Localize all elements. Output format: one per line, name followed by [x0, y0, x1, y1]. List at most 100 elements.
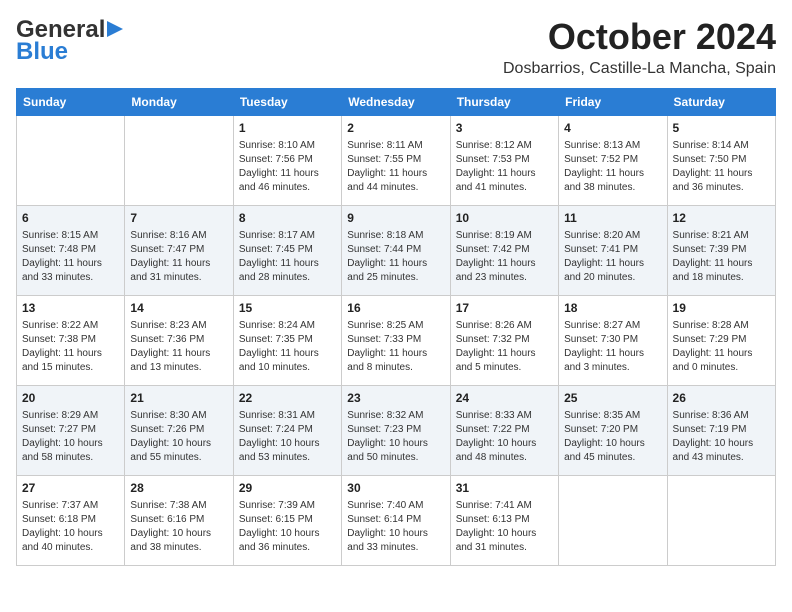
cell-content: Sunrise: 8:35 AMSunset: 7:20 PMDaylight:…	[564, 409, 661, 465]
day-number: 3	[456, 120, 553, 137]
col-header-tuesday: Tuesday	[233, 89, 341, 116]
day-number: 8	[239, 210, 336, 227]
cell-content: Sunrise: 8:30 AMSunset: 7:26 PMDaylight:…	[130, 409, 227, 465]
calendar-week-row: 27 Sunrise: 7:37 AMSunset: 6:18 PMDayligh…	[17, 476, 776, 566]
calendar-cell: 17Sunrise: 8:26 AMSunset: 7:32 PMDayligh…	[450, 296, 558, 386]
calendar-cell	[125, 116, 233, 206]
cell-content: Sunrise: 8:12 AMSunset: 7:53 PMDaylight:…	[456, 139, 553, 195]
page-header: General Blue October 2024 Dosbarrios, Ca…	[16, 16, 776, 78]
calendar-cell: 1 Sunrise: 8:10 AMSunset: 7:56 PMDaylight…	[233, 116, 341, 206]
calendar-week-row: 20 Sunrise: 8:29 AMSunset: 7:27 PMDayligh…	[17, 386, 776, 476]
cell-content: Sunrise: 8:20 AMSunset: 7:41 PMDaylight:…	[564, 229, 661, 285]
calendar-cell: 16Sunrise: 8:25 AMSunset: 7:33 PMDayligh…	[342, 296, 450, 386]
cell-content: Sunrise: 8:11 AMSunset: 7:55 PMDaylight:…	[347, 139, 444, 195]
calendar-cell	[559, 476, 667, 566]
day-number: 5	[673, 120, 770, 137]
calendar-cell: 5 Sunrise: 8:14 AMSunset: 7:50 PMDaylight…	[667, 116, 775, 206]
day-number: 1	[239, 120, 336, 137]
day-number: 2	[347, 120, 444, 137]
calendar-cell: 31 Sunrise: 7:41 AMSunset: 6:13 PMDayligh…	[450, 476, 558, 566]
page-title: October 2024	[503, 16, 776, 58]
day-number: 21	[130, 390, 227, 407]
day-number: 28	[130, 480, 227, 497]
day-number: 9	[347, 210, 444, 227]
calendar-cell: 14Sunrise: 8:23 AMSunset: 7:36 PMDayligh…	[125, 296, 233, 386]
logo: General Blue	[16, 16, 127, 66]
calendar-cell: 23 Sunrise: 8:32 AMSunset: 7:23 PMDayligh…	[342, 386, 450, 476]
cell-content: Sunrise: 8:32 AMSunset: 7:23 PMDaylight:…	[347, 409, 444, 465]
day-number: 13	[22, 300, 119, 317]
day-number: 27	[22, 480, 119, 497]
logo-blue: Blue	[16, 38, 68, 66]
day-number: 23	[347, 390, 444, 407]
cell-content: Sunrise: 7:38 AMSunset: 6:16 PMDaylight:…	[130, 499, 227, 555]
calendar-table: SundayMondayTuesdayWednesdayThursdayFrid…	[16, 88, 776, 566]
col-header-thursday: Thursday	[450, 89, 558, 116]
cell-content: Sunrise: 8:33 AMSunset: 7:22 PMDaylight:…	[456, 409, 553, 465]
cell-content: Sunrise: 8:27 AMSunset: 7:30 PMDaylight:…	[564, 319, 661, 375]
day-number: 4	[564, 120, 661, 137]
calendar-week-row: 6Sunrise: 8:15 AMSunset: 7:48 PMDaylight…	[17, 206, 776, 296]
calendar-cell	[17, 116, 125, 206]
day-number: 20	[22, 390, 119, 407]
day-number: 31	[456, 480, 553, 497]
day-number: 26	[673, 390, 770, 407]
cell-content: Sunrise: 8:26 AMSunset: 7:32 PMDaylight:…	[456, 319, 553, 375]
day-number: 10	[456, 210, 553, 227]
day-number: 18	[564, 300, 661, 317]
cell-content: Sunrise: 7:41 AMSunset: 6:13 PMDaylight:…	[456, 499, 553, 555]
calendar-week-row: 1 Sunrise: 8:10 AMSunset: 7:56 PMDaylight…	[17, 116, 776, 206]
calendar-cell: 28 Sunrise: 7:38 AMSunset: 6:16 PMDayligh…	[125, 476, 233, 566]
cell-content: Sunrise: 8:13 AMSunset: 7:52 PMDaylight:…	[564, 139, 661, 195]
col-header-friday: Friday	[559, 89, 667, 116]
cell-content: Sunrise: 8:15 AMSunset: 7:48 PMDaylight:…	[22, 229, 119, 285]
calendar-cell: 22 Sunrise: 8:31 AMSunset: 7:24 PMDayligh…	[233, 386, 341, 476]
calendar-cell: 8 Sunrise: 8:17 AMSunset: 7:45 PMDaylight…	[233, 206, 341, 296]
cell-content: Sunrise: 8:21 AMSunset: 7:39 PMDaylight:…	[673, 229, 770, 285]
cell-content: Sunrise: 8:14 AMSunset: 7:50 PMDaylight:…	[673, 139, 770, 195]
calendar-cell: 18 Sunrise: 8:27 AMSunset: 7:30 PMDayligh…	[559, 296, 667, 386]
day-number: 24	[456, 390, 553, 407]
logo-arrow-icon	[107, 19, 127, 39]
col-header-monday: Monday	[125, 89, 233, 116]
calendar-cell: 27 Sunrise: 7:37 AMSunset: 6:18 PMDayligh…	[17, 476, 125, 566]
calendar-cell: 4 Sunrise: 8:13 AMSunset: 7:52 PMDaylight…	[559, 116, 667, 206]
day-number: 11	[564, 210, 661, 227]
day-number: 22	[239, 390, 336, 407]
cell-content: Sunrise: 7:37 AMSunset: 6:18 PMDaylight:…	[22, 499, 119, 555]
day-number: 25	[564, 390, 661, 407]
cell-content: Sunrise: 8:25 AMSunset: 7:33 PMDaylight:…	[347, 319, 444, 375]
day-number: 29	[239, 480, 336, 497]
cell-content: Sunrise: 7:40 AMSunset: 6:14 PMDaylight:…	[347, 499, 444, 555]
calendar-cell: 7 Sunrise: 8:16 AMSunset: 7:47 PMDaylight…	[125, 206, 233, 296]
calendar-cell: 29 Sunrise: 7:39 AMSunset: 6:15 PMDayligh…	[233, 476, 341, 566]
day-number: 30	[347, 480, 444, 497]
calendar-cell: 26 Sunrise: 8:36 AMSunset: 7:19 PMDayligh…	[667, 386, 775, 476]
day-number: 7	[130, 210, 227, 227]
calendar-cell: 19 Sunrise: 8:28 AMSunset: 7:29 PMDayligh…	[667, 296, 775, 386]
calendar-cell: 3 Sunrise: 8:12 AMSunset: 7:53 PMDaylight…	[450, 116, 558, 206]
cell-content: Sunrise: 8:24 AMSunset: 7:35 PMDaylight:…	[239, 319, 336, 375]
cell-content: Sunrise: 8:31 AMSunset: 7:24 PMDaylight:…	[239, 409, 336, 465]
calendar-cell: 11 Sunrise: 8:20 AMSunset: 7:41 PMDayligh…	[559, 206, 667, 296]
page-subtitle: Dosbarrios, Castille-La Mancha, Spain	[503, 60, 776, 78]
calendar-cell: 13Sunrise: 8:22 AMSunset: 7:38 PMDayligh…	[17, 296, 125, 386]
calendar-cell: 20 Sunrise: 8:29 AMSunset: 7:27 PMDayligh…	[17, 386, 125, 476]
day-number: 15	[239, 300, 336, 317]
cell-content: Sunrise: 8:28 AMSunset: 7:29 PMDaylight:…	[673, 319, 770, 375]
cell-content: Sunrise: 8:29 AMSunset: 7:27 PMDaylight:…	[22, 409, 119, 465]
col-header-wednesday: Wednesday	[342, 89, 450, 116]
calendar-week-row: 13Sunrise: 8:22 AMSunset: 7:38 PMDayligh…	[17, 296, 776, 386]
calendar-cell: 24 Sunrise: 8:33 AMSunset: 7:22 PMDayligh…	[450, 386, 558, 476]
calendar-cell: 2 Sunrise: 8:11 AMSunset: 7:55 PMDaylight…	[342, 116, 450, 206]
calendar-cell: 21 Sunrise: 8:30 AMSunset: 7:26 PMDayligh…	[125, 386, 233, 476]
cell-content: Sunrise: 8:10 AMSunset: 7:56 PMDaylight:…	[239, 139, 336, 195]
cell-content: Sunrise: 8:18 AMSunset: 7:44 PMDaylight:…	[347, 229, 444, 285]
cell-content: Sunrise: 8:16 AMSunset: 7:47 PMDaylight:…	[130, 229, 227, 285]
cell-content: Sunrise: 7:39 AMSunset: 6:15 PMDaylight:…	[239, 499, 336, 555]
cell-content: Sunrise: 8:17 AMSunset: 7:45 PMDaylight:…	[239, 229, 336, 285]
cell-content: Sunrise: 8:36 AMSunset: 7:19 PMDaylight:…	[673, 409, 770, 465]
col-header-sunday: Sunday	[17, 89, 125, 116]
day-number: 12	[673, 210, 770, 227]
day-number: 19	[673, 300, 770, 317]
